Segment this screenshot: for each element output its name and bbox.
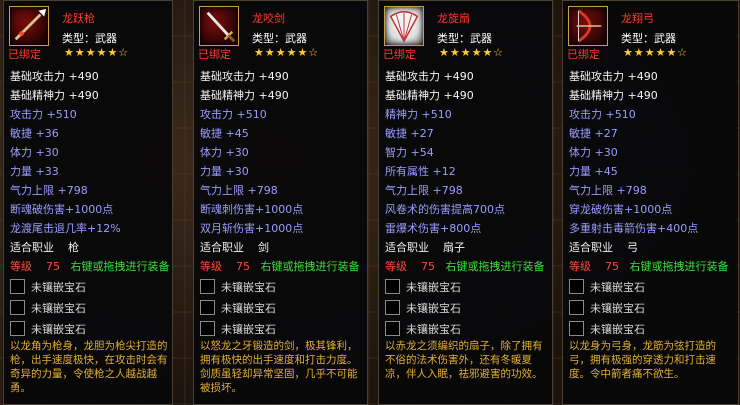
socket-box-icon bbox=[385, 279, 400, 294]
stat-line: 气力上限 +798 bbox=[569, 184, 647, 197]
gem-socket[interactable]: 未镶嵌宝石 bbox=[200, 276, 365, 297]
stat-line: 基础精神力 +490 bbox=[385, 89, 474, 102]
stat-line: 所有属性 +12 bbox=[385, 165, 456, 178]
stat-line: 双月斩伤害+1000点 bbox=[200, 222, 304, 235]
job-requirement: 适合职业 扇子 bbox=[385, 241, 465, 254]
stat-line: 穿龙破伤害+1000点 bbox=[569, 203, 673, 216]
level-requirement: 等级 75 右键或拖拽进行装备 bbox=[200, 260, 360, 273]
gem-socket[interactable]: 未镶嵌宝石 bbox=[10, 318, 170, 339]
item-description: 以赤龙之须编织的扇子，除了拥有不俗的法术伤害外，还有冬暖夏凉，伴人入眠，祛邪避害… bbox=[385, 340, 543, 380]
item-type: 类型：武器 bbox=[62, 32, 117, 45]
gem-socket[interactable]: 未镶嵌宝石 bbox=[569, 318, 736, 339]
stat-line: 基础攻击力 +490 bbox=[569, 70, 658, 83]
stat-line: 体力 +30 bbox=[569, 146, 618, 159]
stat-line: 力量 +33 bbox=[10, 165, 59, 178]
item-description: 以怒龙之牙锻造的剑，极其锋利，拥有极快的出手速度和打击力度。剑质虽轻却异常坚固，… bbox=[200, 340, 358, 394]
socket-box-icon bbox=[200, 279, 215, 294]
gem-socket[interactable]: 未镶嵌宝石 bbox=[10, 297, 170, 318]
level-requirement: 等级 75 右键或拖拽进行装备 bbox=[385, 260, 545, 273]
stat-line: 力量 +30 bbox=[200, 165, 249, 178]
socket-box-icon bbox=[200, 321, 215, 336]
star-rating: ★★★★★☆ bbox=[254, 46, 320, 59]
stat-line: 基础攻击力 +490 bbox=[200, 70, 289, 83]
stat-line: 敏捷 +27 bbox=[385, 127, 434, 140]
stat-line: 体力 +30 bbox=[200, 146, 249, 159]
stat-line: 力量 +45 bbox=[569, 165, 618, 178]
gem-socket[interactable]: 未镶嵌宝石 bbox=[385, 276, 550, 297]
socket-box-icon bbox=[10, 300, 25, 315]
fan-icon[interactable] bbox=[384, 6, 424, 46]
star-rating: ★★★★★☆ bbox=[439, 46, 505, 59]
socket-box-icon bbox=[569, 321, 584, 336]
sword-icon[interactable] bbox=[199, 6, 239, 46]
stat-line: 气力上限 +798 bbox=[385, 184, 463, 197]
stat-line: 智力 +54 bbox=[385, 146, 434, 159]
stat-line: 精神力 +510 bbox=[385, 108, 452, 121]
bow-icon[interactable] bbox=[568, 6, 608, 46]
gem-socket[interactable]: 未镶嵌宝石 bbox=[200, 318, 365, 339]
socket-box-icon bbox=[200, 300, 215, 315]
stat-line: 攻击力 +510 bbox=[200, 108, 267, 121]
bound-status: 已绑定 bbox=[383, 48, 416, 61]
stat-line: 气力上限 +798 bbox=[10, 184, 88, 197]
gem-socket[interactable]: 未镶嵌宝石 bbox=[10, 276, 170, 297]
socket-box-icon bbox=[385, 321, 400, 336]
level-requirement: 等级 75 右键或拖拽进行装备 bbox=[10, 260, 170, 273]
socket-box-icon bbox=[385, 300, 400, 315]
stat-line: 雷爆术伤害+800点 bbox=[385, 222, 482, 235]
gem-socket[interactable]: 未镶嵌宝石 bbox=[569, 276, 736, 297]
item-tooltip-bow: 龙翔弓 类型：武器 已绑定 ★★★★★☆ 基础攻击力 +490 基础精神力 +4… bbox=[562, 0, 739, 405]
stat-line: 敏捷 +36 bbox=[10, 127, 59, 140]
stat-line: 基础攻击力 +490 bbox=[10, 70, 99, 83]
item-name: 龙翔弓 bbox=[621, 12, 654, 25]
stat-line: 基础攻击力 +490 bbox=[385, 70, 474, 83]
job-requirement: 适合职业 剑 bbox=[200, 241, 269, 254]
stat-line: 多重射击毒箭伤害+400点 bbox=[569, 222, 699, 235]
socket-box-icon bbox=[569, 300, 584, 315]
item-name: 龙咬剑 bbox=[252, 12, 285, 25]
bound-status: 已绑定 bbox=[567, 48, 600, 61]
item-name: 龙跃枪 bbox=[62, 12, 95, 25]
stat-line: 断魂破伤害+1000点 bbox=[10, 203, 114, 216]
stat-line: 攻击力 +510 bbox=[569, 108, 636, 121]
socket-box-icon bbox=[569, 279, 584, 294]
item-description: 以龙角为枪身，龙胆为枪尖打造的枪，出手速度极快，在攻击时会有奇异的力量，令使枪之… bbox=[10, 340, 168, 394]
item-type: 类型：武器 bbox=[252, 32, 307, 45]
gem-socket[interactable]: 未镶嵌宝石 bbox=[569, 297, 736, 318]
bound-status: 已绑定 bbox=[198, 48, 231, 61]
item-tooltip-spear: 龙跃枪 类型：武器 已绑定 ★★★★★☆ 基础攻击力 +490 基础精神力 +4… bbox=[3, 0, 173, 405]
level-requirement: 等级 75 右键或拖拽进行装备 bbox=[569, 260, 729, 273]
job-requirement: 适合职业 枪 bbox=[10, 241, 79, 254]
stat-line: 体力 +30 bbox=[10, 146, 59, 159]
item-tooltip-fan: 龙旋扇 类型：武器 已绑定 ★★★★★☆ 基础攻击力 +490 基础精神力 +4… bbox=[378, 0, 553, 405]
stat-line: 气力上限 +798 bbox=[200, 184, 278, 197]
star-rating: ★★★★★☆ bbox=[623, 46, 689, 59]
stat-line: 基础精神力 +490 bbox=[569, 89, 658, 102]
spear-icon[interactable] bbox=[9, 6, 49, 46]
gem-socket[interactable]: 未镶嵌宝石 bbox=[200, 297, 365, 318]
socket-box-icon bbox=[10, 321, 25, 336]
stat-line: 风卷术的伤害提高700点 bbox=[385, 203, 505, 216]
stat-line: 龙渡尾击退几率+12% bbox=[10, 222, 121, 235]
stat-line: 敏捷 +27 bbox=[569, 127, 618, 140]
socket-box-icon bbox=[10, 279, 25, 294]
job-requirement: 适合职业 弓 bbox=[569, 241, 638, 254]
item-tooltip-sword: 龙咬剑 类型：武器 已绑定 ★★★★★☆ 基础攻击力 +490 基础精神力 +4… bbox=[193, 0, 368, 405]
item-description: 以龙身为弓身，龙筋为弦打造的弓，拥有极强的穿透力和打击速度。令中箭者痛不欲生。 bbox=[569, 340, 716, 380]
stat-line: 敏捷 +45 bbox=[200, 127, 249, 140]
stat-line: 攻击力 +510 bbox=[10, 108, 77, 121]
stat-line: 基础精神力 +490 bbox=[200, 89, 289, 102]
bound-status: 已绑定 bbox=[8, 48, 41, 61]
item-type: 类型：武器 bbox=[621, 32, 676, 45]
item-type: 类型：武器 bbox=[437, 32, 492, 45]
star-rating: ★★★★★☆ bbox=[64, 46, 130, 59]
item-name: 龙旋扇 bbox=[437, 12, 470, 25]
stat-line: 断魂刺伤害+1000点 bbox=[200, 203, 304, 216]
gem-socket[interactable]: 未镶嵌宝石 bbox=[385, 297, 550, 318]
stat-line: 基础精神力 +490 bbox=[10, 89, 99, 102]
gem-socket[interactable]: 未镶嵌宝石 bbox=[385, 318, 550, 339]
